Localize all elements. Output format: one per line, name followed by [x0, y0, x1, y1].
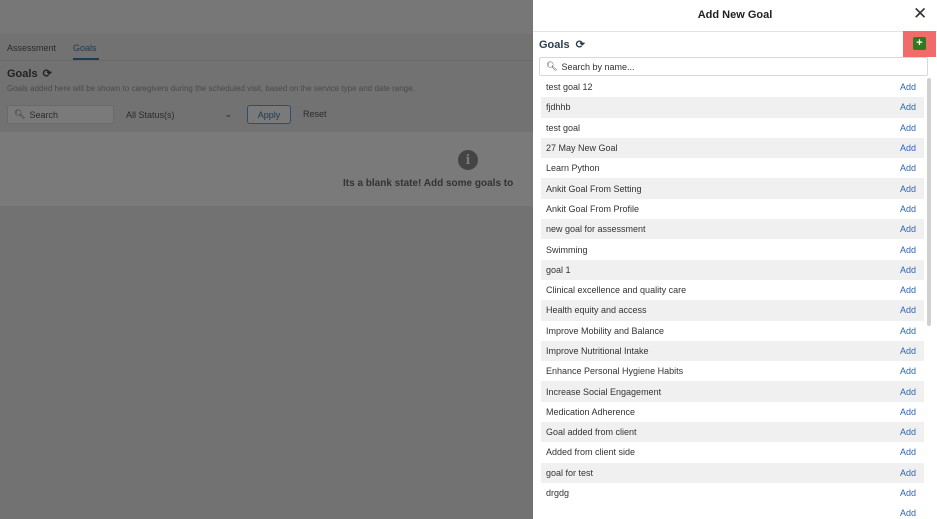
add-goal-link[interactable]: Add — [900, 488, 916, 498]
goal-row: Enhance Personal Hygiene Habits Add — [541, 361, 924, 381]
add-goal-link[interactable]: Add — [900, 407, 916, 417]
goal-name: Added from client side — [546, 447, 636, 458]
add-goal-link[interactable]: Add — [900, 204, 916, 214]
goal-name: new goal for assessment — [546, 224, 646, 235]
goal-row: Increase Social Engagement Add — [541, 381, 924, 402]
add-goal-link[interactable]: Add — [900, 163, 916, 173]
goal-row: Ankit Goal From Setting Add — [541, 178, 924, 199]
search-icon: 🔍︎ — [546, 61, 558, 71]
goal-row: Swimming Add — [541, 239, 924, 259]
add-goal-link[interactable]: Add — [900, 82, 916, 92]
goal-name: test goal — [546, 122, 581, 133]
goal-row: Improve Nutritional Intake Add — [541, 340, 924, 362]
goal-search-input[interactable]: 🔍︎ Search by name... — [539, 57, 928, 76]
partial-row-add[interactable]: Add — [900, 508, 916, 518]
goal-row: Goal added from client Add — [541, 422, 924, 443]
tab-assessment[interactable]: Assessment — [7, 43, 56, 53]
goal-name: Medication Adherence — [546, 406, 636, 417]
goal-row: fjdhhb Add — [541, 97, 924, 118]
add-goal-link[interactable]: Add — [900, 224, 916, 234]
panel-title: Add New Goal — [697, 9, 773, 21]
add-goal-link[interactable]: Add — [900, 346, 916, 356]
empty-state — [0, 132, 533, 206]
goal-name: 27 May New Goal — [546, 143, 618, 154]
empty-state-text: Its a blank state! Add some goals to — [343, 178, 514, 189]
goal-search-placeholder: Search by name... — [561, 61, 635, 72]
close-icon[interactable]: ✕ — [913, 5, 927, 22]
goal-name: goal for test — [546, 467, 594, 478]
page-description: Goals added here will be shown to caregi… — [7, 84, 415, 93]
reset-button[interactable]: Reset — [303, 109, 327, 119]
apply-button[interactable]: Apply — [247, 105, 291, 124]
goal-name: Goal added from client — [546, 427, 637, 438]
add-goal-link[interactable]: Add — [900, 326, 916, 336]
add-goal-link[interactable]: Add — [900, 143, 916, 153]
add-new-goal-panel: Add New Goal ✕ Goals ⟳ + 🔍︎ Search by na… — [533, 0, 937, 519]
add-goal-link[interactable]: Add — [900, 387, 916, 397]
goal-row: drgdg Add — [541, 483, 924, 503]
tab-goals[interactable]: Goals — [73, 43, 97, 53]
goal-row: Improve Mobility and Balance Add — [541, 321, 924, 341]
goal-row: Medication Adherence Add — [541, 402, 924, 422]
page-title-text: Goals — [7, 67, 38, 80]
tab-underline — [73, 58, 99, 60]
chevron-down-icon: ⌄ — [224, 109, 232, 119]
goal-name: Improve Mobility and Balance — [546, 325, 665, 336]
page-title: Goals ⟳ — [7, 67, 52, 81]
add-goal-link[interactable]: Add — [900, 447, 916, 457]
goal-name: fjdhhb — [546, 102, 571, 113]
background-search-placeholder: Search — [29, 109, 58, 120]
goals-heading-text: Goals — [539, 38, 570, 51]
goals-heading: Goals ⟳ — [539, 38, 585, 52]
status-select-value: All Status(s) — [126, 109, 175, 120]
add-goal-link[interactable]: Add — [900, 468, 916, 478]
top-band — [0, 0, 533, 34]
add-goal-link[interactable]: Add — [900, 245, 916, 255]
add-goal-link[interactable]: Add — [900, 305, 916, 315]
background-page: Assessment Goals Goals ⟳ Goals added her… — [0, 0, 533, 519]
search-icon: 🔍︎ — [14, 109, 26, 119]
goal-name: drgdg — [546, 488, 570, 499]
goal-row: Added from client side Add — [541, 442, 924, 462]
goal-name: Ankit Goal From Profile — [546, 203, 640, 214]
add-goal-link[interactable]: Add — [900, 265, 916, 275]
add-goal-link[interactable]: Add — [900, 427, 916, 437]
goal-name: Health equity and access — [546, 305, 647, 316]
scrollbar[interactable] — [927, 78, 931, 326]
goal-row: test goal 12 Add — [541, 77, 924, 97]
panel-header: Add New Goal ✕ — [533, 0, 937, 32]
tab-bar: Assessment Goals — [0, 34, 533, 61]
goal-name: Increase Social Engagement — [546, 386, 662, 397]
goal-name: Improve Nutritional Intake — [546, 346, 649, 356]
goal-row: test goal Add — [541, 118, 924, 138]
goal-name: goal 1 — [546, 264, 571, 275]
add-goal-link[interactable]: Add — [900, 366, 916, 376]
goal-row: 27 May New Goal Add — [541, 137, 924, 159]
goal-row: Learn Python Add — [541, 158, 924, 178]
background-search-input[interactable]: 🔍︎ Search — [7, 105, 114, 124]
goal-name: Ankit Goal From Setting — [546, 183, 642, 194]
add-goal-link[interactable]: Add — [900, 184, 916, 194]
add-goal-link[interactable]: Add — [900, 285, 916, 295]
goal-row: Ankit Goal From Profile Add — [541, 199, 924, 219]
goal-name: Enhance Personal Hygiene Habits — [546, 366, 684, 377]
goal-name: Learn Python — [546, 163, 600, 174]
goal-name: test goal 12 — [546, 82, 593, 93]
add-goal-link[interactable]: Add — [900, 123, 916, 133]
add-goal-link[interactable]: Add — [900, 102, 916, 112]
goal-name: Clinical excellence and quality care — [546, 285, 687, 296]
goal-row: new goal for assessment Add — [541, 219, 924, 240]
goal-name: Swimming — [546, 244, 588, 255]
goal-row: Clinical excellence and quality care Add — [541, 280, 924, 300]
goal-row: Health equity and access Add — [541, 300, 924, 321]
info-icon: i — [458, 150, 478, 170]
goal-row: goal 1 Add — [541, 259, 924, 280]
goal-row: goal for test Add — [541, 462, 924, 483]
goal-list: test goal 12 Add fjdhhb Add test goal Add 27 M… — [541, 77, 924, 503]
status-select[interactable]: All Status(s) ⌄ — [120, 105, 240, 124]
add-goal-button[interactable]: + — [913, 37, 926, 50]
refresh-icon[interactable]: ⟳ — [576, 38, 585, 51]
refresh-icon[interactable]: ⟳ — [43, 67, 52, 80]
